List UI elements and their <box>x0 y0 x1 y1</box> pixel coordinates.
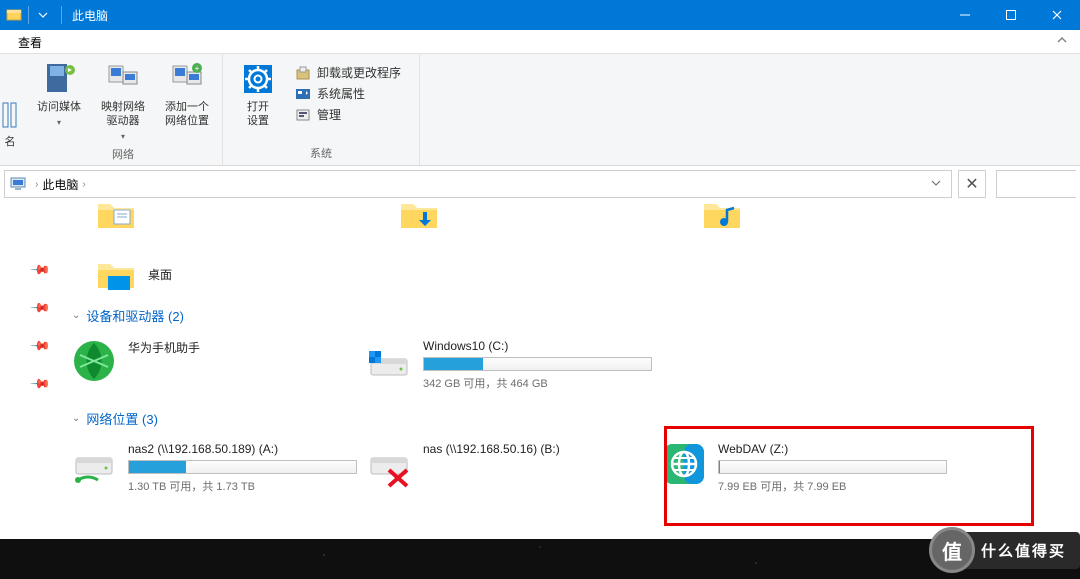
ribbon-tabs: 查看 <box>0 30 1080 54</box>
settings-gear-icon <box>238 60 278 98</box>
ribbon-group-label: 系统 <box>310 143 332 165</box>
chevron-down-icon: ⌄ <box>72 310 80 321</box>
watermark-badge: 值 什么值得买 <box>929 527 1080 573</box>
ribbon-properties-button[interactable]: 系统属性 <box>295 85 401 102</box>
this-pc-icon <box>9 175 27 193</box>
manage-icon <box>295 107 311 123</box>
qat-dropdown-icon[interactable] <box>35 7 51 23</box>
dropdown-arrow-icon: ▾ <box>57 116 61 130</box>
refresh-button[interactable]: ✕ <box>958 170 986 198</box>
breadcrumb-separator-icon[interactable]: › <box>78 179 89 190</box>
properties-icon <box>295 86 311 102</box>
folder-documents[interactable]: 文档 <box>94 202 172 232</box>
ribbon-media-button[interactable]: 访问媒体 ▾ <box>30 60 88 130</box>
explorer-app-icon <box>6 7 22 23</box>
window-title: 此电脑 <box>66 7 108 24</box>
ribbon-cutoff-left: 名 <box>0 54 24 165</box>
drive-c[interactable]: Windows10 (C:) 342 GB 可用，共 464 GB <box>361 333 656 395</box>
folder-download-icon <box>397 202 441 232</box>
address-dropdown-icon[interactable] <box>925 177 947 191</box>
breadcrumb-item[interactable]: 此电脑 <box>42 176 78 193</box>
folder-downloads[interactable]: 下载 <box>397 202 475 232</box>
media-server-icon <box>39 60 79 98</box>
pin-icon[interactable]: 📌 <box>29 335 52 358</box>
maximize-button[interactable] <box>988 0 1034 30</box>
network-drive-disconnected-icon <box>365 440 413 488</box>
svg-text:+: + <box>195 64 200 73</box>
network-drive-icon <box>70 440 118 488</box>
huawei-assistant-icon <box>70 337 118 385</box>
folder-icon <box>94 202 138 232</box>
close-button[interactable] <box>1034 0 1080 30</box>
local-disk-icon <box>365 337 413 385</box>
uninstall-icon <box>295 65 311 81</box>
ribbon-add-location-button[interactable]: + 添加一个 网络位置 <box>158 60 216 128</box>
ribbon-uninstall-button[interactable]: 卸载或更改程序 <box>295 64 401 81</box>
network-drive-icon <box>103 60 143 98</box>
address-bar[interactable]: › 此电脑 › <box>4 170 952 198</box>
ribbon-map-drive-button[interactable]: 映射网络 驱动器 ▾ <box>94 60 152 144</box>
search-input[interactable] <box>996 170 1076 198</box>
dropdown-arrow-icon: ▾ <box>121 130 125 144</box>
quick-access-pins: 📌 📌 📌 📌 <box>0 202 56 539</box>
device-huawei-assistant[interactable]: 华为手机助手 <box>66 333 361 395</box>
network-drive-a[interactable]: nas2 (\\192.168.50.189) (A:) 1.30 TB 可用，… <box>66 436 361 498</box>
folder-desktop[interactable]: 桌面 <box>94 256 1070 292</box>
ribbon: 名 访问媒体 ▾ 映射网络 驱动器 ▾ + <box>0 54 1080 166</box>
ribbon-manage-button[interactable]: 管理 <box>295 106 401 123</box>
folder-desktop-icon <box>94 256 138 292</box>
folder-music-icon <box>700 202 744 232</box>
background-strip <box>0 539 1080 579</box>
pin-icon[interactable]: 📌 <box>29 259 52 282</box>
ribbon-group-network: 访问媒体 ▾ 映射网络 驱动器 ▾ + 添加一个 网络位置 网络 <box>24 54 223 165</box>
storage-bar <box>423 357 652 371</box>
minimize-button[interactable] <box>942 0 988 30</box>
network-drive-b[interactable]: nas (\\192.168.50.16) (B:) <box>361 436 656 498</box>
address-bar-row: › 此电脑 › ✕ <box>0 166 1080 202</box>
storage-bar <box>128 460 357 474</box>
ribbon-group-label: 网络 <box>112 144 134 166</box>
chevron-down-icon: ⌄ <box>72 413 80 424</box>
window-titlebar: 此电脑 <box>0 0 1080 30</box>
section-devices[interactable]: ⌄ 设备和驱动器 (2) <box>66 292 1070 333</box>
ribbon-open-settings-button[interactable]: 打开 设置 <box>229 60 287 128</box>
folder-label: 桌面 <box>148 266 172 283</box>
pin-icon[interactable]: 📌 <box>29 297 52 320</box>
ribbon-group-system: 打开 设置 卸载或更改程序 系统属性 管理 系统 <box>223 54 420 165</box>
add-network-location-icon: + <box>167 60 207 98</box>
folder-music[interactable]: 音乐 <box>700 202 778 232</box>
content-area: 📌 📌 📌 📌 文档 下载 音乐 桌面 <box>0 202 1080 539</box>
annotation-highlight <box>664 426 1034 526</box>
breadcrumb-separator-icon[interactable]: › <box>31 179 42 190</box>
pin-icon[interactable]: 📌 <box>29 373 52 396</box>
ribbon-collapse-icon[interactable] <box>1052 34 1080 49</box>
tab-view[interactable]: 查看 <box>8 30 52 54</box>
